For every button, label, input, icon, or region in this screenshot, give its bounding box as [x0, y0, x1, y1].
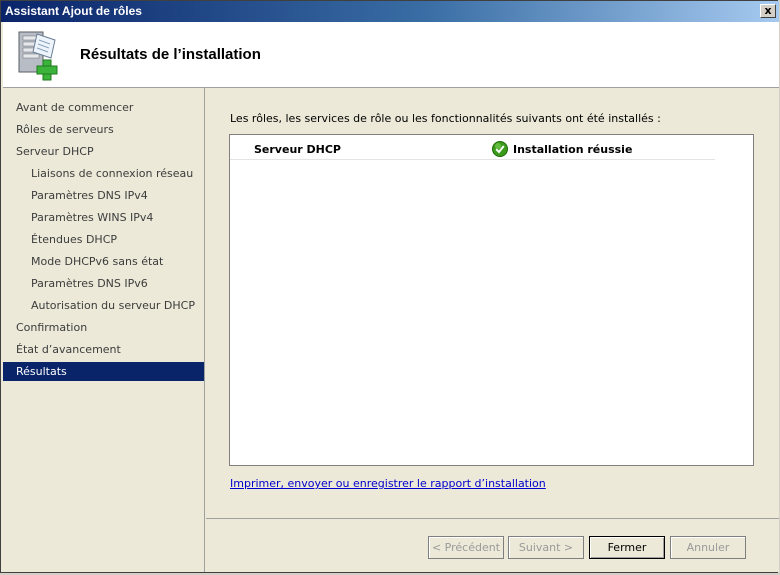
wizard-footer: < Précédent Suivant > Fermer Annuler — [206, 518, 779, 572]
nav-item-avant-de-commencer[interactable]: Avant de commencer — [3, 98, 204, 117]
nav-item-dns-ipv6[interactable]: Paramètres DNS IPv6 — [3, 274, 204, 293]
content-pane: Les rôles, les services de rôle ou les f… — [206, 88, 779, 518]
intro-text: Les rôles, les services de rôle ou les f… — [230, 112, 661, 125]
window-title: Assistant Ajout de rôles — [5, 4, 142, 18]
nav-item-autorisation-dhcp[interactable]: Autorisation du serveur DHCP — [3, 296, 204, 315]
nav-item-dns-ipv4[interactable]: Paramètres DNS IPv4 — [3, 186, 204, 205]
close-button[interactable]: Fermer — [589, 536, 665, 559]
cancel-button[interactable]: Annuler — [670, 536, 746, 559]
nav-item-confirmation[interactable]: Confirmation — [3, 318, 204, 337]
wizard-header: Résultats de l’installation — [3, 22, 779, 88]
page-title: Résultats de l’installation — [80, 46, 261, 63]
close-window-button[interactable]: x — [760, 4, 776, 18]
nav-item-roles-de-serveurs[interactable]: Rôles de serveurs — [3, 120, 204, 139]
title-bar[interactable]: Assistant Ajout de rôles x — [1, 1, 779, 22]
results-list[interactable]: Serveur DHCP Installation réussie — [229, 134, 754, 466]
result-role-name: Serveur DHCP — [254, 143, 341, 156]
nav-item-resultats[interactable]: Résultats — [3, 362, 204, 381]
result-status: Installation réussie — [513, 143, 633, 156]
nav-item-wins-ipv4[interactable]: Paramètres WINS IPv4 — [3, 208, 204, 227]
previous-button[interactable]: < Précédent — [428, 536, 504, 559]
wizard-window: Assistant Ajout de rôles x Résultats de … — [0, 0, 779, 573]
server-add-icon — [18, 31, 58, 81]
list-item[interactable]: Serveur DHCP Installation réussie — [230, 139, 715, 160]
next-button[interactable]: Suivant > — [508, 536, 584, 559]
nav-item-mode-dhcpv6[interactable]: Mode DHCPv6 sans état — [3, 252, 204, 271]
wizard-nav: Avant de commencer Rôles de serveurs Ser… — [3, 88, 205, 572]
report-link[interactable]: Imprimer, envoyer ou enregistrer le rapp… — [230, 477, 546, 490]
success-check-icon — [492, 141, 508, 157]
nav-item-etendues-dhcp[interactable]: Étendues DHCP — [3, 230, 204, 249]
nav-item-serveur-dhcp[interactable]: Serveur DHCP — [3, 142, 204, 161]
nav-item-liaisons-connexion[interactable]: Liaisons de connexion réseau — [3, 164, 204, 183]
nav-item-etat-avancement[interactable]: État d’avancement — [3, 340, 204, 359]
